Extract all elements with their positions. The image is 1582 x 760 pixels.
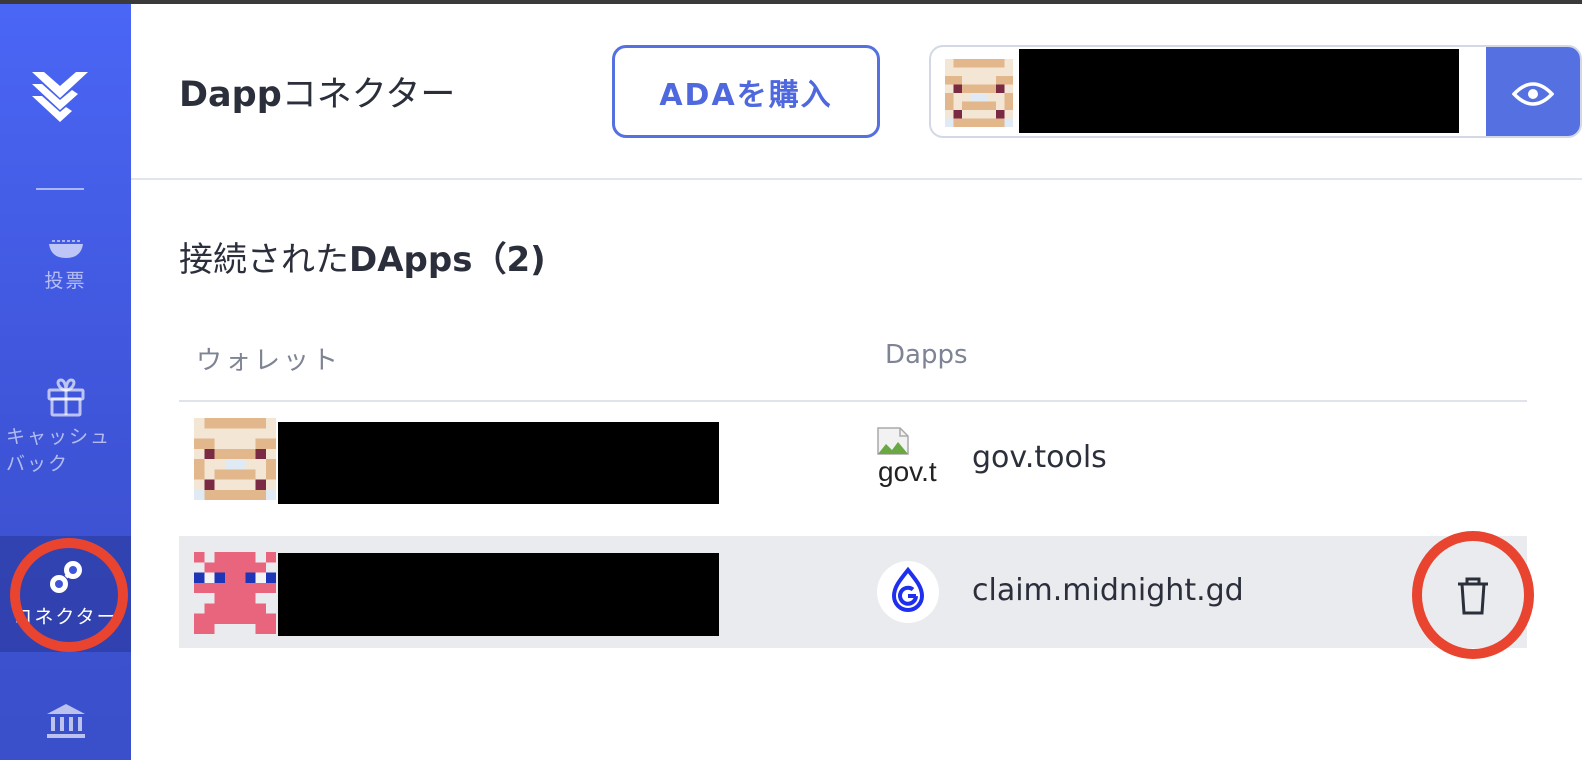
wallet-selector[interactable]	[929, 45, 1582, 138]
column-header-wallet: ウォレット	[196, 346, 342, 376]
sidebar-item-label: 投票	[44, 270, 87, 292]
sidebar-item-vote[interactable]: 投票	[0, 236, 131, 316]
redacted-wallet-name	[1019, 49, 1459, 133]
sidebar-divider	[36, 188, 84, 190]
page-title: Dappコネクター	[179, 75, 456, 115]
broken-image-icon: gov.t	[876, 426, 940, 490]
dapp-alt-text: gov.t	[878, 456, 937, 487]
highlight-circle	[1412, 531, 1534, 659]
column-header-dapps: Dapps	[885, 340, 968, 370]
highlight-circle	[10, 538, 128, 652]
table-row[interactable]: gov.t gov.tools	[179, 404, 1527, 516]
buy-ada-button[interactable]: ADAを購入	[612, 45, 880, 138]
toggle-visibility-button[interactable]	[1486, 47, 1580, 136]
wallet-avatar	[194, 418, 276, 500]
gift-icon	[47, 378, 84, 417]
sidebar-item-label: キャッシュ バック	[6, 426, 112, 475]
vote-bowl-icon	[48, 240, 83, 258]
redacted-wallet-name	[278, 422, 719, 504]
sidebar-item-cashback[interactable]: キャッシュ バック	[0, 376, 131, 492]
sidebar-item-staking[interactable]	[0, 702, 131, 760]
bank-icon	[46, 704, 85, 738]
midnight-glacier-drop-icon	[877, 561, 939, 623]
table-row[interactable]: claim.midnight.gd	[179, 536, 1527, 648]
dapp-name: claim.midnight.gd	[972, 573, 1244, 608]
redacted-wallet-name	[278, 553, 719, 636]
wallet-avatar	[194, 552, 276, 634]
table-header-divider	[179, 400, 1527, 402]
yoroi-logo-icon[interactable]	[28, 64, 92, 124]
wallet-avatar	[945, 59, 1013, 127]
top-header: Dappコネクター ADAを購入	[131, 4, 1582, 180]
eye-icon	[1512, 81, 1554, 106]
connected-dapps-title: 接続されたDApps（2)	[179, 240, 546, 280]
dapp-name: gov.tools	[972, 440, 1107, 475]
